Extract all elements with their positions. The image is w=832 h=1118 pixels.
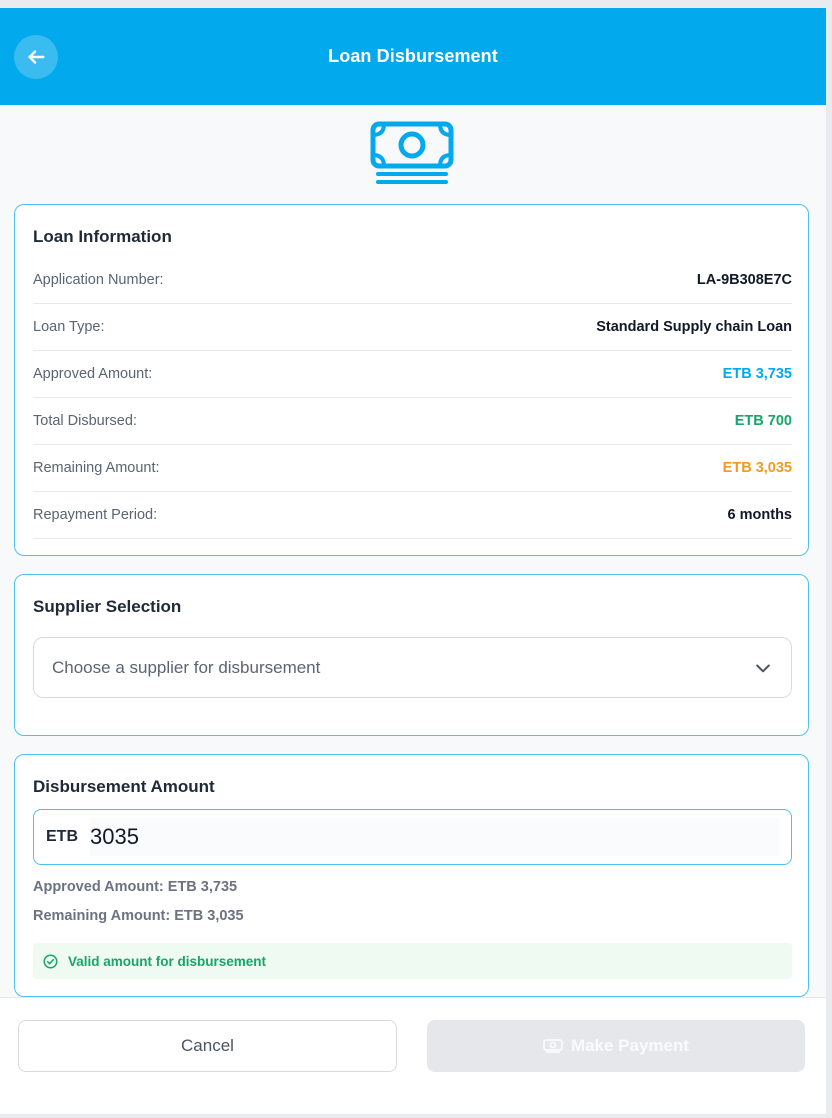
- banknote-icon: [543, 1039, 563, 1053]
- chevron-down-icon: [756, 664, 770, 673]
- make-payment-button[interactable]: Make Payment: [427, 1020, 805, 1072]
- supplier-select[interactable]: Choose a supplier for disbursement: [33, 637, 792, 698]
- validation-text: Valid amount for disbursement: [68, 953, 267, 969]
- info-row-application-number: Application Number: LA-9B308E7C: [33, 257, 792, 304]
- check-circle-icon: [43, 954, 58, 968]
- supplier-select-placeholder: Choose a supplier for disbursement: [52, 657, 321, 677]
- supplier-selection-card: Supplier Selection Choose a supplier for…: [14, 574, 809, 736]
- cancel-button[interactable]: Cancel: [18, 1020, 397, 1072]
- loan-information-card: Loan Information Application Number: LA-…: [14, 204, 809, 556]
- info-value: ETB 3,735: [722, 366, 792, 382]
- arrow-left-icon: [28, 50, 45, 64]
- currency-prefix: ETB: [46, 828, 78, 845]
- info-row-remaining-amount: Remaining Amount: ETB 3,035: [33, 445, 792, 492]
- amount-input-field[interactable]: ETB 3035: [33, 809, 792, 865]
- back-button[interactable]: [14, 35, 58, 79]
- info-label: Loan Type:: [33, 319, 105, 335]
- validation-message: Valid amount for disbursement: [33, 943, 792, 979]
- amount-input[interactable]: 3035: [90, 818, 779, 856]
- info-row-total-disbursed: Total Disbursed: ETB 700: [33, 398, 792, 445]
- info-label: Total Disbursed:: [33, 413, 137, 429]
- info-value: 6 months: [727, 507, 792, 523]
- supplier-selection-title: Supplier Selection: [33, 597, 182, 616]
- info-label: Remaining Amount:: [33, 460, 160, 476]
- info-value: Standard Supply chain Loan: [596, 319, 792, 335]
- page-title: Loan Disbursement: [328, 46, 498, 66]
- approved-amount-note: Approved Amount: ETB 3,735: [33, 879, 238, 895]
- loan-disbursement-screen: Loan Disbursement Loan Information Appli…: [0, 8, 826, 1114]
- info-row-loan-type: Loan Type: Standard Supply chain Loan: [33, 304, 792, 351]
- info-label: Approved Amount:: [33, 366, 153, 382]
- banknote-icon: [370, 121, 454, 184]
- info-label: Application Number:: [33, 272, 164, 288]
- loan-info-rows: Application Number: LA-9B308E7C Loan Typ…: [33, 257, 792, 539]
- cancel-button-label: Cancel: [181, 1036, 234, 1055]
- info-value: LA-9B308E7C: [696, 272, 792, 288]
- action-footer: Cancel Make Payment: [0, 997, 826, 1114]
- disbursement-amount-card: Disbursement Amount ETB 3035 Approved Am…: [14, 754, 809, 997]
- info-value: ETB 700: [734, 413, 792, 429]
- loan-information-title: Loan Information: [33, 227, 172, 246]
- info-row-repayment-period: Repayment Period: 6 months: [33, 492, 792, 539]
- make-payment-label: Make Payment: [570, 1036, 690, 1055]
- disbursement-amount-title: Disbursement Amount: [33, 777, 215, 796]
- info-row-approved-amount: Approved Amount: ETB 3,735: [33, 351, 792, 398]
- app-header: Loan Disbursement: [0, 8, 826, 105]
- info-label: Repayment Period:: [33, 507, 158, 523]
- info-value: ETB 3,035: [722, 460, 792, 476]
- remaining-amount-note: Remaining Amount: ETB 3,035: [33, 908, 244, 924]
